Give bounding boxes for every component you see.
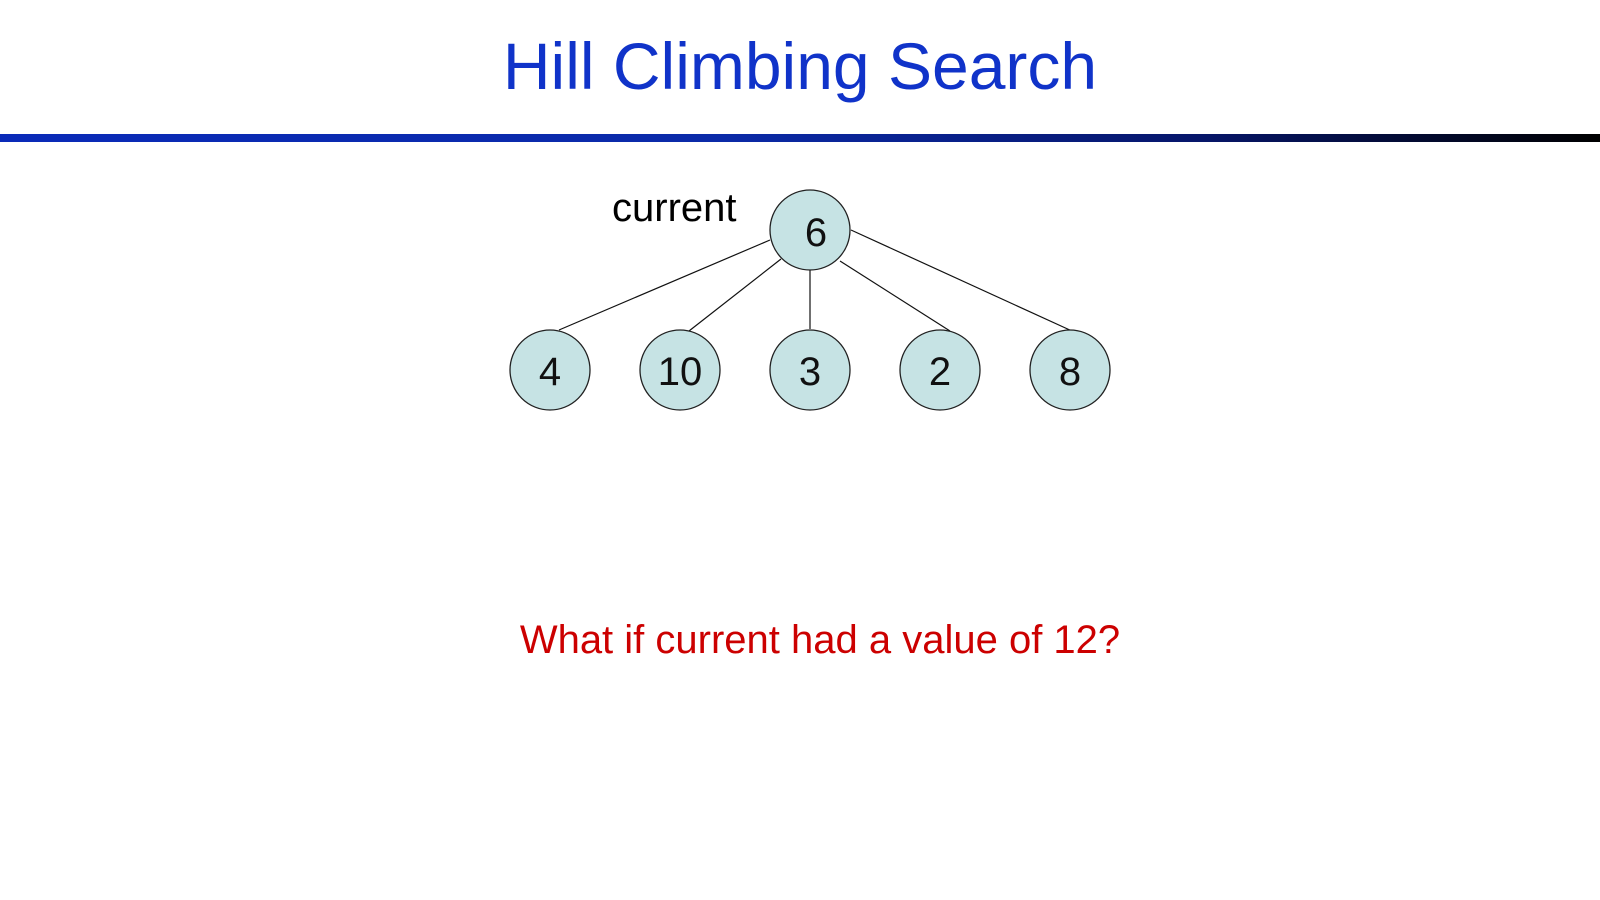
node-value-root: 6 (805, 211, 827, 255)
tree-node-root: 6 (769, 189, 851, 271)
current-node-label: current (612, 186, 737, 230)
question-text: What if current had a value of 12? (519, 618, 1121, 662)
node-value-child-1: 4 (539, 350, 561, 394)
edge-root-child-5 (850, 229, 1073, 332)
tree-node-child-5: 8 (1029, 329, 1111, 411)
node-value-child-4: 2 (929, 350, 951, 394)
tree-node-child-2: 10 (639, 329, 721, 411)
tree-node-child-3: 3 (769, 329, 851, 411)
node-value-child-2: 10 (658, 350, 703, 394)
slide: Hill Climbing Search 6 4 10 3 2 8 curren… (0, 0, 1600, 900)
node-value-child-5: 8 (1059, 350, 1081, 394)
tree-node-child-4: 2 (899, 329, 981, 411)
edge-root-child-2 (688, 258, 782, 332)
node-value-child-3: 3 (799, 350, 821, 394)
edge-root-child-1 (558, 239, 771, 331)
edge-root-child-4 (839, 260, 951, 332)
tree-node-child-1: 4 (509, 329, 591, 411)
search-tree-diagram: 6 4 10 3 2 8 (509, 189, 1111, 411)
